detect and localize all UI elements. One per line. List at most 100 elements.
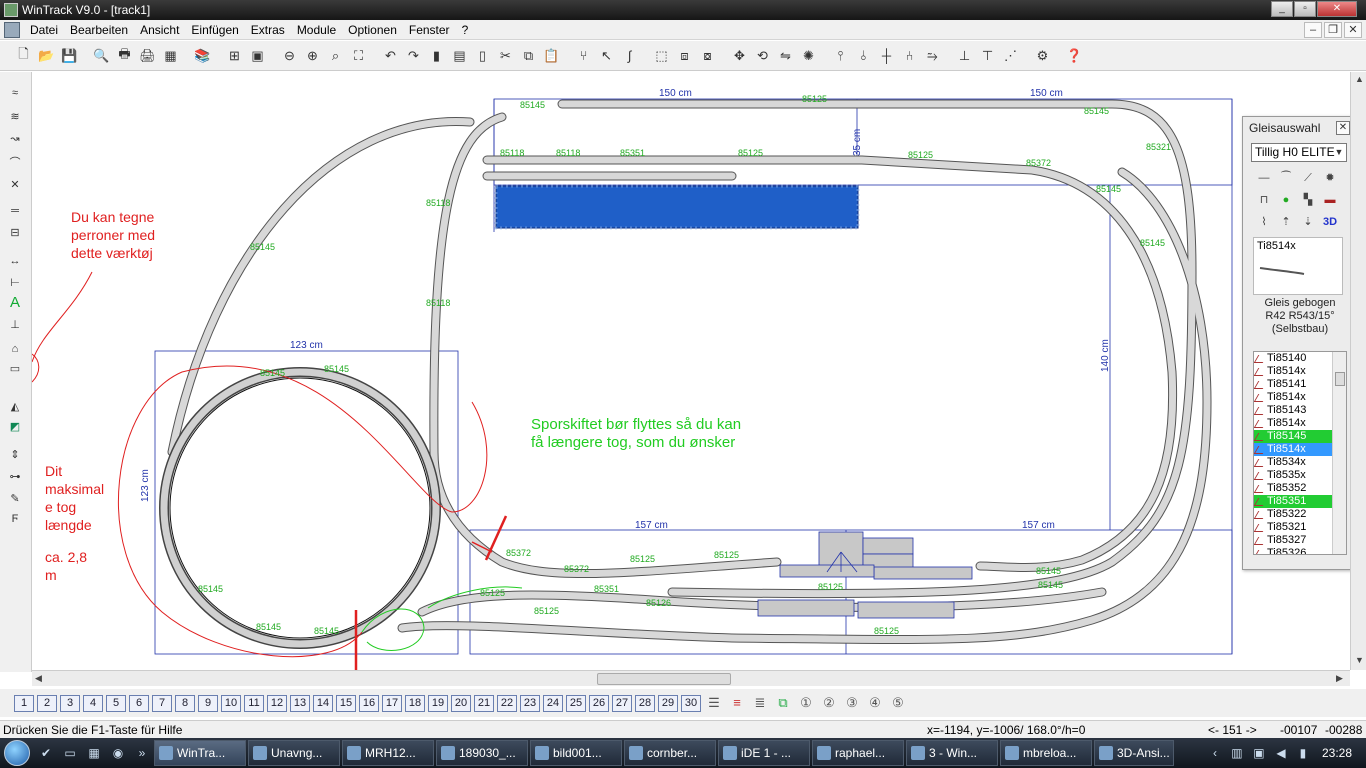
page-button-21[interactable]: 21 [474, 694, 494, 712]
settings-icon[interactable]: ⚙ [1033, 46, 1053, 66]
move-icon[interactable]: ✥ [730, 46, 750, 66]
slope-icon[interactable]: ⋰ [1001, 46, 1021, 66]
save-icon[interactable]: 💾 [60, 46, 80, 66]
taskbar-item[interactable]: iDE 1 - ... [718, 740, 810, 766]
page-icon[interactable]: ▤ [450, 46, 470, 66]
vertical-scrollbar[interactable]: ▲ ▼ [1350, 72, 1366, 670]
track-join-icon[interactable]: ⫰ [854, 46, 874, 66]
paste-icon[interactable]: 📋 [542, 46, 562, 66]
turntable-icon[interactable]: ✹ [1321, 169, 1339, 187]
track-flex-icon[interactable]: ⥲ [923, 46, 943, 66]
bridge-icon[interactable]: ⌒ [5, 154, 25, 172]
flex-track-icon[interactable]: ≈ [5, 84, 25, 102]
page-button-28[interactable]: 28 [635, 694, 655, 712]
ramp-icon[interactable]: ⊤ [978, 46, 998, 66]
maximize-button[interactable]: ▫ [1294, 1, 1316, 17]
context-help-icon[interactable]: ❓ [1065, 46, 1085, 66]
page-button-1[interactable]: 1 [14, 694, 34, 712]
page-button-5[interactable]: 5 [106, 694, 126, 712]
signal-light-icon[interactable]: ● [1277, 191, 1295, 209]
minimize-button[interactable]: _ [1271, 1, 1293, 17]
zoom-in-icon[interactable]: ⊕ [303, 46, 323, 66]
page-button-23[interactable]: 23 [520, 694, 540, 712]
anchor-icon[interactable]: ⊥ [5, 316, 25, 334]
start-button[interactable] [0, 738, 34, 768]
taskbar-item[interactable]: mbreloa... [1000, 740, 1092, 766]
page-button-22[interactable]: 22 [497, 694, 517, 712]
menu-module[interactable]: Module [291, 23, 342, 37]
flip-icon[interactable]: ⇋ [776, 46, 796, 66]
image-icon[interactable]: ▣ [248, 46, 268, 66]
taskbar-item[interactable]: 189030_... [436, 740, 528, 766]
horizontal-scrollbar[interactable]: ◀ ▶ [32, 670, 1350, 686]
page-button-3[interactable]: 3 [60, 694, 80, 712]
menu-datei[interactable]: Datei [24, 23, 64, 37]
measure-icon[interactable]: ↔ [5, 252, 25, 270]
close-button[interactable]: ✕ [1317, 1, 1357, 17]
scroll-down-icon[interactable]: ▼ [1355, 655, 1364, 665]
track-split-icon[interactable]: ⫯ [831, 46, 851, 66]
page-button-25[interactable]: 25 [566, 694, 586, 712]
doc-minimize-button[interactable]: – [1304, 22, 1322, 38]
page-button-9[interactable]: 9 [198, 694, 218, 712]
building-icon[interactable]: ▚ [1299, 191, 1317, 209]
taskbar-item[interactable]: bild001... [530, 740, 622, 766]
layer-red-icon[interactable]: ≡ [727, 695, 747, 712]
menu-optionen[interactable]: Optionen [342, 23, 403, 37]
lower-icon[interactable]: ⇣ [1299, 213, 1317, 231]
delete-icon[interactable]: ▮ [427, 46, 447, 66]
select-tool-icon[interactable]: ↖ [597, 46, 617, 66]
curved-track-icon[interactable]: ↝ [5, 130, 25, 148]
quicklaunch-chrome-icon[interactable]: ◉ [108, 743, 128, 763]
page-button-8[interactable]: 8 [175, 694, 195, 712]
raise-icon[interactable]: ⇡ [1277, 213, 1295, 231]
train-icon[interactable]: ▬ [1321, 191, 1339, 209]
new-file-icon[interactable]: 🗋 [14, 46, 34, 66]
level-4-icon[interactable]: ④ [865, 695, 885, 712]
layout-canvas[interactable]: 150 cm 150 cm 123 cm 123 cm 157 cm 157 c… [32, 72, 1350, 670]
copy-icon[interactable]: ⧉ [519, 46, 539, 66]
taskbar-item[interactable]: 3D-Ansi... [1094, 740, 1174, 766]
rotate-icon[interactable]: ⟲ [753, 46, 773, 66]
scroll-left-icon[interactable]: ◀ [35, 673, 42, 684]
level-5-icon[interactable]: ⑤ [888, 695, 908, 712]
layer-stack-icon[interactable]: ⧉ [773, 695, 793, 712]
menu-ansicht[interactable]: Ansicht [134, 23, 185, 37]
switch-tool-icon[interactable]: ⑂ [574, 46, 594, 66]
page-button-27[interactable]: 27 [612, 694, 632, 712]
panel-close-button[interactable]: ✕ [1336, 121, 1350, 135]
clock[interactable]: 23:28 [1322, 746, 1352, 760]
page-button-14[interactable]: 14 [313, 694, 333, 712]
curve-track-icon[interactable]: ⁀ [1277, 169, 1295, 187]
page-button-29[interactable]: 29 [658, 694, 678, 712]
redo-icon[interactable]: ↷ [404, 46, 424, 66]
zoom-out-icon[interactable]: ⊖ [280, 46, 300, 66]
library-icon[interactable]: 📚 [193, 46, 213, 66]
tunnel-icon[interactable]: ⌇ [1255, 213, 1273, 231]
level-1-icon[interactable]: ① [796, 695, 816, 712]
doc-close-button[interactable]: ✕ [1344, 22, 1362, 38]
taskbar-item[interactable]: MRH12... [342, 740, 434, 766]
menu-bearbeiten[interactable]: Bearbeiten [64, 23, 134, 37]
page-button-7[interactable]: 7 [152, 694, 172, 712]
zoom-window-icon[interactable]: ⌕ [326, 46, 346, 66]
horizontal-scroll-thumb[interactable] [597, 673, 731, 685]
page-blank-icon[interactable]: ▯ [473, 46, 493, 66]
quicklaunch-desktop-icon[interactable]: ▭ [60, 743, 80, 763]
taskbar-item[interactable]: raphael... [812, 740, 904, 766]
page-button-16[interactable]: 16 [359, 694, 379, 712]
print-icon[interactable]: 🖶 [115, 46, 135, 66]
page-button-11[interactable]: 11 [244, 694, 264, 712]
distribute-icon[interactable]: ⧇ [698, 46, 718, 66]
track-system-select[interactable]: Tillig H0 ELITE ▼ [1251, 143, 1347, 162]
scroll-up-icon[interactable]: ▲ [1355, 74, 1364, 84]
height-icon[interactable]: ⊥ [955, 46, 975, 66]
menu-extras[interactable]: Extras [245, 23, 291, 37]
print-preview-icon[interactable]: 🔍 [92, 46, 112, 66]
page-button-19[interactable]: 19 [428, 694, 448, 712]
menu-einfuegen[interactable]: Einfügen [185, 23, 244, 37]
tray-volume-icon[interactable]: ◀ [1273, 746, 1289, 760]
align-icon[interactable]: ⧈ [675, 46, 695, 66]
curve-tool-icon[interactable]: ∫ [620, 46, 640, 66]
switch-icon[interactable]: ⟋ [1299, 169, 1317, 187]
